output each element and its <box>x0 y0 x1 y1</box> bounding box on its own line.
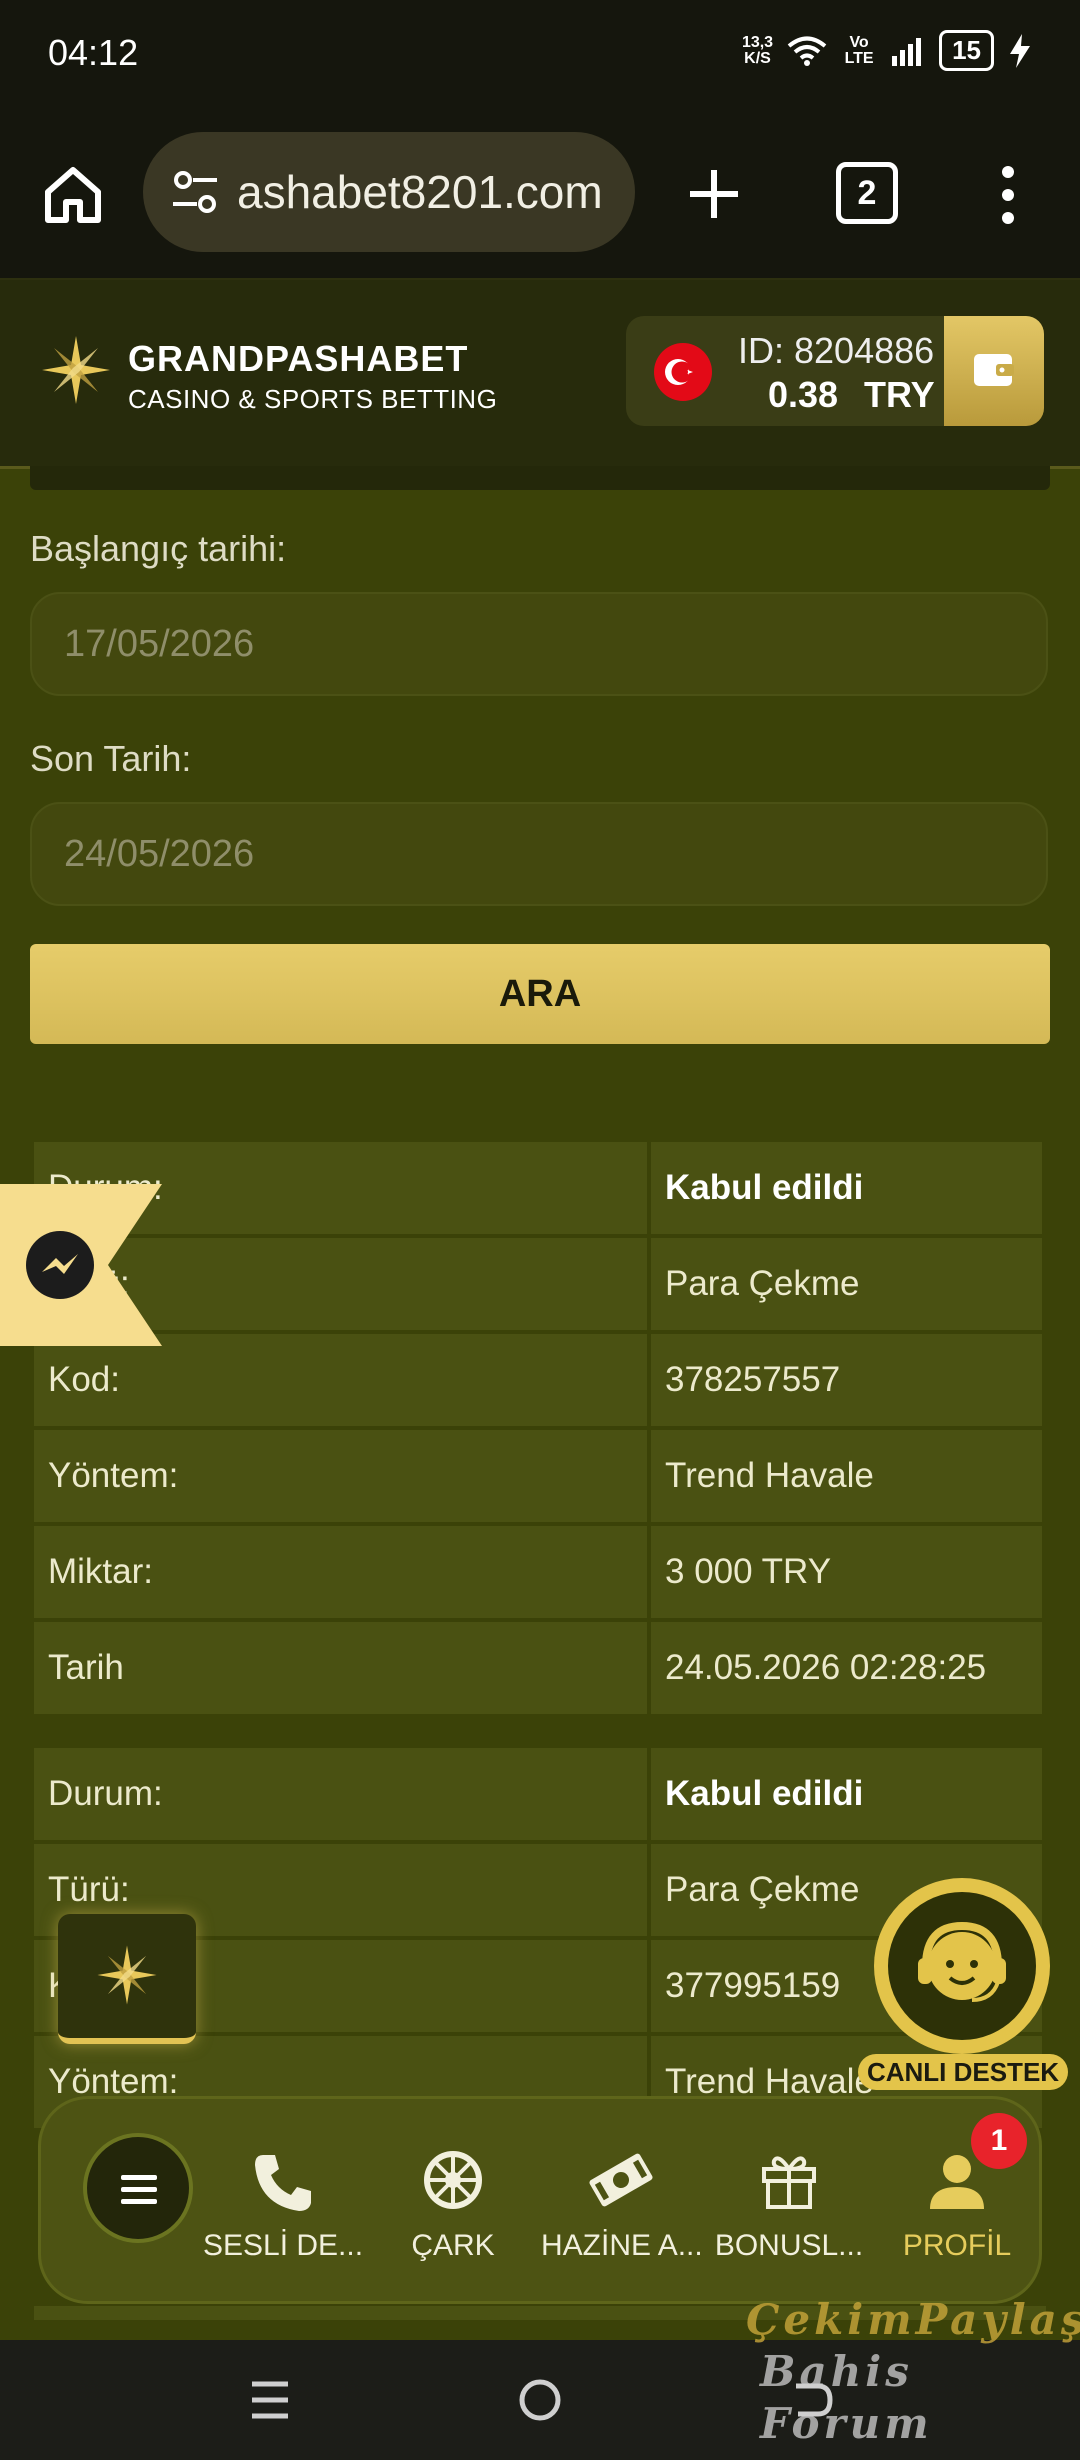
wifi-icon <box>787 36 827 66</box>
brand-star-logo-icon[interactable] <box>38 332 114 408</box>
volte-indicator: Vo LTE <box>844 33 874 67</box>
live-support-button[interactable]: CANLI DESTEK <box>858 1878 1078 2090</box>
tab-switcher-button[interactable]: 2 <box>836 162 898 224</box>
row-key: Kod: <box>34 1334 647 1426</box>
watermark-line-2: Bahis Forum <box>760 2347 933 2448</box>
nav-item-treasure[interactable]: HAZİNE A... <box>541 2099 703 2307</box>
brand-star-icon <box>97 1945 157 2005</box>
new-tab-icon[interactable] <box>682 162 746 226</box>
support-avatar <box>888 1892 1036 2040</box>
table-row: Yöntem: Trend Havale <box>34 1430 1046 1522</box>
phone-icon <box>255 2155 311 2211</box>
account-currency: TRY <box>864 374 935 415</box>
table-row: Kod: 378257557 <box>34 1334 1046 1426</box>
menu-bar-line <box>121 2187 157 2192</box>
search-button[interactable]: ARA <box>30 944 1050 1044</box>
row-value: 3 000 TRY <box>651 1526 1042 1618</box>
casino-star-fab[interactable] <box>58 1914 196 2044</box>
start-date-label: Başlangıç tarihi: <box>30 528 287 569</box>
row-key: Tarih <box>34 1622 647 1714</box>
watermark-line-1: ÇekimPaylaş <box>746 2295 1080 2344</box>
end-date-input[interactable]: 24/05/2026 <box>30 802 1048 906</box>
nav-item-bonuses[interactable]: BONUSL... <box>709 2099 869 2307</box>
gift-icon <box>762 2156 816 2209</box>
url-text[interactable]: ashabet8201.com <box>237 165 627 219</box>
battery-indicator: 15 <box>939 30 994 71</box>
nav-item-wheel[interactable]: ÇARK <box>373 2099 533 2307</box>
status-icons: 13,3 K/S Vo LTE 15 <box>742 30 1032 71</box>
end-date-label: Son Tarih: <box>30 738 192 779</box>
wheel-icon <box>424 2151 482 2209</box>
watermark: ÇekimPaylaş Bahis Forum <box>746 2294 1080 2450</box>
menu-button[interactable] <box>83 2133 193 2243</box>
bottom-navigation: SESLİ DE... ÇARK HAZİNE A... BONUSL... 1… <box>38 2096 1042 2304</box>
site-settings-icon[interactable] <box>167 164 223 220</box>
account-id: ID: 8204886 <box>738 330 935 371</box>
status-value: Kabul edildi <box>651 1748 1042 1840</box>
status-value: Kabul edildi <box>651 1142 1042 1234</box>
collapsed-panel-edge <box>30 466 1050 490</box>
nav-label: SESLİ DE... <box>203 2229 364 2262</box>
status-time: 04:12 <box>48 32 139 73</box>
more-options-icon[interactable] <box>990 162 1026 228</box>
money-icon <box>589 2153 653 2207</box>
network-speed-value: 13,3 <box>741 33 774 51</box>
home-icon[interactable] <box>38 160 108 230</box>
account-balance: 0.38 <box>768 374 839 415</box>
charging-bolt-icon <box>1010 33 1030 68</box>
address-bar[interactable]: ashabet8201.com <box>143 132 635 252</box>
nav-item-voice-support[interactable]: SESLİ DE... <box>203 2099 363 2307</box>
nav-label: PROFİL <box>902 2229 1012 2262</box>
home-circle-icon[interactable] <box>516 2376 564 2424</box>
row-value: 378257557 <box>651 1334 1042 1426</box>
table-row: Tarih 24.05.2026 02:28:25 <box>34 1622 1046 1714</box>
signal-icon <box>892 37 922 66</box>
row-value: Trend Havale <box>651 1430 1042 1522</box>
network-speed-unit: K/S <box>744 49 771 67</box>
table-row: Türü: Para Çekme <box>34 1238 1046 1330</box>
network-speed: 13,3 K/S <box>741 33 774 67</box>
brand-name: GRANDPASHABET <box>128 338 469 379</box>
wallet-button[interactable] <box>944 316 1044 426</box>
start-date-input[interactable]: 17/05/2026 <box>30 592 1048 696</box>
row-key: Yöntem: <box>34 1430 647 1522</box>
brand-text[interactable]: GRANDPASHABET CASINO & SPORTS BETTING <box>128 338 497 415</box>
brand-subtitle: CASINO & SPORTS BETTING <box>128 384 498 414</box>
nav-label: BONUSL... <box>714 2229 864 2262</box>
status-bar: 04:12 13,3 K/S Vo LTE 15 <box>0 0 1080 110</box>
menu-bar-line <box>121 2199 157 2204</box>
row-key: Miktar: <box>34 1526 647 1618</box>
turkey-flag-icon <box>654 343 712 401</box>
table-row: Miktar: 3 000 TRY <box>34 1526 1046 1618</box>
messenger-chat-button[interactable] <box>0 1184 162 1346</box>
wallet-icon <box>974 354 1014 386</box>
table-row: Durum: Kabul edildi <box>34 1748 1046 1840</box>
nav-label: ÇARK <box>411 2229 495 2262</box>
support-label: CANLI DESTEK <box>858 2054 1068 2090</box>
row-value: 24.05.2026 02:28:25 <box>651 1622 1042 1714</box>
menu-bar-line <box>121 2175 157 2180</box>
nav-item-profile[interactable]: 1 PROFİL <box>877 2099 1037 2307</box>
table-row: Durum: Kabul edildi <box>34 1142 1046 1234</box>
recent-apps-icon[interactable] <box>248 2376 292 2424</box>
transaction-table: Durum: Kabul edildi Türü: Para Çekme Kod… <box>34 1142 1046 1718</box>
row-value: Para Çekme <box>651 1238 1042 1330</box>
row-key: Durum: <box>34 1748 647 1840</box>
browser-toolbar: ashabet8201.com 2 <box>0 110 1080 280</box>
notification-badge: 1 <box>971 2113 1027 2169</box>
nav-label: HAZİNE A... <box>541 2229 703 2262</box>
account-widget[interactable]: ID: 8204886 0.38 TRY <box>626 316 1044 426</box>
site-header: GRANDPASHABET CASINO & SPORTS BETTING ID… <box>0 280 1080 469</box>
headset-agent-icon <box>918 1921 1006 2002</box>
